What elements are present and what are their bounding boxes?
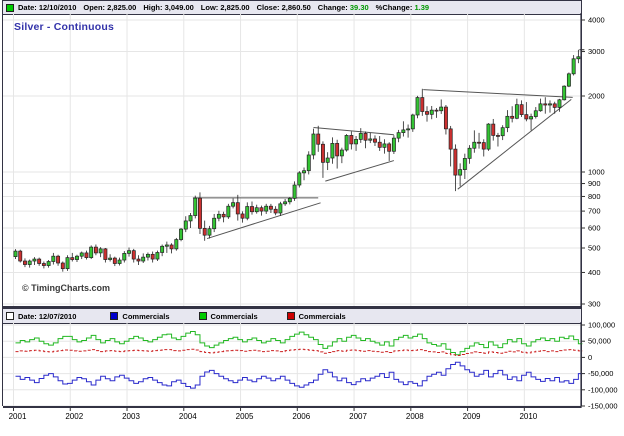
info-field-value: 2,825.00 [107,3,137,12]
info-field-label: Low: [200,3,221,12]
svg-text:100,000: 100,000 [588,322,615,330]
svg-text:3000: 3000 [588,47,605,56]
svg-text:-150,000: -150,000 [588,402,618,411]
legend-swatch-icon [198,312,207,320]
legend-item: Commercials [196,312,258,321]
info-field: High: 3,049.00 [143,3,193,12]
cot-chart: 100,000 50,000 0 -50,000 -100,000 -150,000 200… [3,322,618,421]
svg-text:2003: 2003 [122,412,140,421]
year-axis: 2001 2002 2003 2004 2005 2006 2007 2008 2009 2010 [9,408,538,421]
info-field: Date: 12/10/2010 [18,3,76,12]
cot-series-2 [15,348,583,356]
quote-fields: Date: 12/10/2010 Open: 2,825.00 High: 3,04… [18,3,436,12]
info-field-label: Change: [317,3,350,12]
quote-marker-icon [6,3,14,12]
info-field-value: 2,860.50 [281,3,311,12]
svg-text:2004: 2004 [179,412,197,421]
legend-label: Commercials [122,311,170,321]
svg-text:600: 600 [588,224,601,233]
svg-text:50,000: 50,000 [588,337,611,346]
legend-label: Commercials [298,311,346,321]
info-field-label: Date: [18,3,39,12]
svg-text:300: 300 [588,300,601,309]
cot-marker-icon [6,312,14,320]
svg-text:-100,000: -100,000 [588,385,618,394]
svg-text:2000: 2000 [588,91,605,100]
info-field-label: High: [143,3,165,12]
info-field: Close: 2,860.50 [257,3,311,12]
watermark: © TimingCharts.com [22,283,110,293]
svg-text:2006: 2006 [292,412,310,421]
cot-series-0 [15,361,583,389]
timingcharts-window: { "window": {"width": 624, "height": 436… [0,0,624,436]
info-field-value: 12/10/2010 [38,3,77,12]
info-field-value: 3,049.00 [164,3,194,12]
svg-text:400: 400 [588,268,601,277]
legend-label: Commercials [210,311,258,321]
svg-text:-50,000: -50,000 [588,369,613,378]
svg-text:2009: 2009 [463,412,481,421]
cot-legend: Commercials Commercials Commercials [107,312,371,321]
svg-text:0: 0 [588,353,592,362]
info-field-value: 1.39 [414,3,430,12]
cot-grid [3,322,581,407]
info-field-label: Close: [256,3,282,12]
info-field: %Change: 1.39 [376,3,429,12]
legend-swatch-icon [110,312,119,320]
svg-text:2008: 2008 [406,412,424,421]
cot-axis: 100,000 50,000 0 -50,000 -100,000 -150,000 [580,322,618,411]
info-field-value: 39.30 [349,3,369,12]
svg-text:700: 700 [588,207,601,216]
cot-date: Date: 12/07/2010 [18,311,77,321]
svg-text:1000: 1000 [588,167,605,176]
info-field: Low: 2,825.00 [201,3,250,12]
info-field-label: Open: [83,3,108,12]
legend-item: Commercials [107,311,170,321]
chart-title: Silver - Continuous [14,21,115,33]
cot-panel-bottom-border [3,406,581,408]
svg-text:2010: 2010 [519,412,537,421]
svg-text:800: 800 [588,192,601,201]
svg-text:2007: 2007 [349,412,367,421]
info-field: Change: 39.30 [318,3,369,12]
svg-text:4000: 4000 [588,16,605,25]
legend-item: Commercials [284,312,346,321]
info-field-value: 2,825.00 [220,3,250,12]
svg-text:2001: 2001 [9,412,27,421]
price-chart: 4000 3000 2000 1000 900 800 700 600 500 400 300 [3,13,605,309]
svg-text:900: 900 [588,179,601,188]
legend-swatch-icon [286,312,295,320]
svg-text:500: 500 [588,243,601,252]
svg-text:2002: 2002 [65,412,83,421]
price-grid [3,13,581,306]
price-axis: 4000 3000 2000 1000 900 800 700 600 500 400 300 [580,13,605,309]
svg-text:2005: 2005 [236,412,254,421]
info-field: Open: 2,825.00 [83,3,136,12]
info-field-label: %Change: [375,3,415,12]
